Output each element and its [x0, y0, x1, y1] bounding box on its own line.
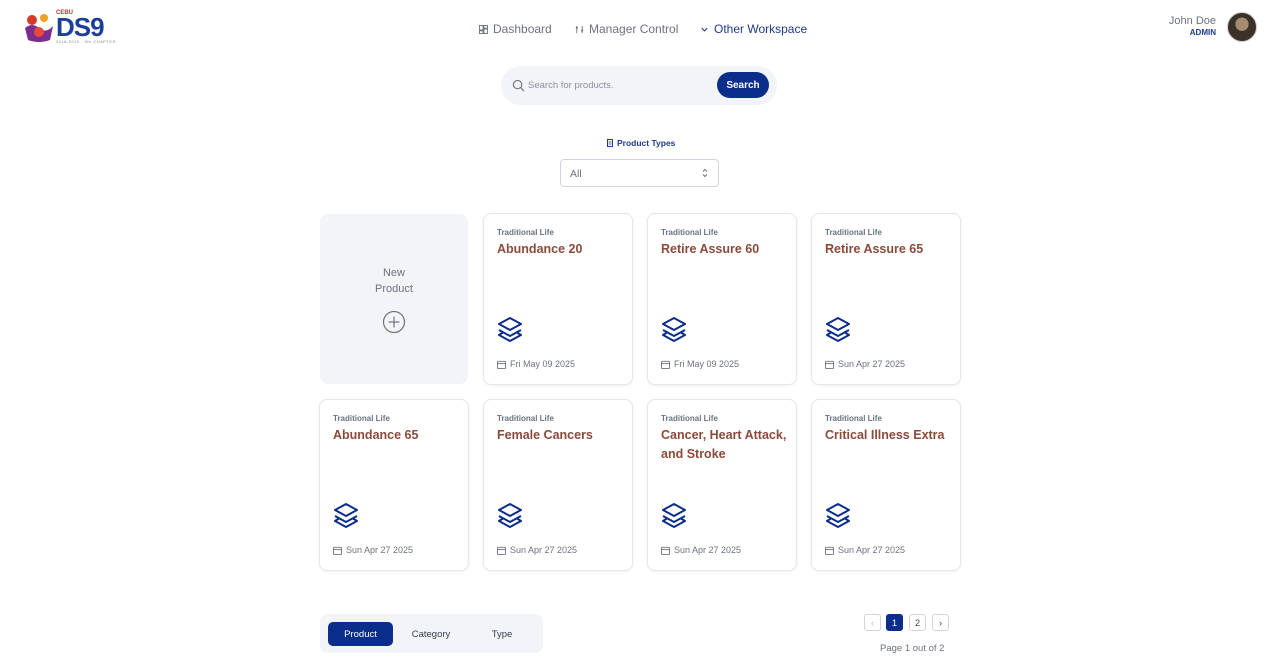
- new-product-line1: New: [382, 267, 405, 279]
- product-type-selected: All: [570, 168, 582, 180]
- product-card[interactable]: Traditional Life Cancer, Heart Attack, a…: [647, 399, 797, 571]
- product-card[interactable]: Traditional Life Retire Assure 60 Fri Ma…: [647, 213, 797, 385]
- product-types-label: Product Types: [607, 138, 675, 148]
- product-title: Retire Assure 60: [661, 240, 787, 259]
- product-date-text: Sun Apr 27 2025: [838, 545, 906, 555]
- calendar-icon: [825, 546, 834, 555]
- product-date-text: Fri May 09 2025: [674, 359, 740, 369]
- product-date-text: Sun Apr 27 2025: [346, 545, 414, 555]
- nav-other-label: Other Workspace: [714, 22, 808, 36]
- brand-logo[interactable]: CEBU DS9 2018-2019 · 9th CHAPTER: [22, 10, 130, 46]
- product-date: Sun Apr 27 2025: [825, 359, 905, 369]
- sliders-icon: [575, 25, 584, 33]
- product-date: Sun Apr 27 2025: [333, 545, 413, 555]
- prev-page-button[interactable]: ‹: [864, 614, 881, 631]
- product-date: Fri May 09 2025: [661, 359, 739, 369]
- product-date-text: Sun Apr 27 2025: [674, 545, 742, 555]
- product-type: Traditional Life: [661, 228, 718, 237]
- dashboard-icon: [479, 24, 488, 34]
- product-title-text: Abundance 20: [497, 242, 583, 256]
- layers-icon: [662, 317, 686, 342]
- product-type: Traditional Life: [661, 414, 718, 423]
- product-type: Traditional Life: [333, 414, 390, 423]
- product-date-text: Sun Apr 27 2025: [838, 359, 906, 369]
- tab-product[interactable]: Product: [328, 622, 393, 646]
- plus-circle-icon: [382, 310, 406, 334]
- layers-icon: [826, 503, 850, 528]
- layers-icon: [334, 503, 358, 528]
- new-product-label: New Product: [320, 265, 468, 297]
- product-title: Abundance 20: [497, 240, 623, 259]
- new-product-line2: Product: [375, 283, 413, 295]
- product-title: Retire Assure 65: [825, 240, 951, 259]
- product-title: Critical Illness Extra: [825, 426, 951, 445]
- product-date: Sun Apr 27 2025: [825, 545, 905, 555]
- search-bar: Search: [501, 66, 777, 105]
- product-type: Traditional Life: [825, 414, 882, 423]
- page-2-button[interactable]: 2: [909, 614, 926, 631]
- product-title-text: Female Cancers: [497, 428, 593, 442]
- layers-icon: [498, 503, 522, 528]
- product-date-text: Sun Apr 27 2025: [510, 545, 578, 555]
- user-role: ADMIN: [1189, 28, 1216, 37]
- product-title: Abundance 65: [333, 426, 459, 445]
- user-name: John Doe: [1168, 15, 1216, 27]
- layers-icon: [826, 317, 850, 342]
- calendar-icon: [333, 546, 342, 555]
- calendar-icon: [661, 360, 670, 369]
- search-icon: [512, 79, 525, 92]
- avatar[interactable]: [1227, 12, 1257, 42]
- product-type-select[interactable]: All: [560, 159, 719, 187]
- layers-icon: [498, 317, 522, 342]
- product-title: Cancer, Heart Attack, and Stroke: [661, 426, 787, 464]
- calendar-icon: [661, 546, 670, 555]
- nav-dashboard[interactable]: Dashboard: [479, 22, 552, 36]
- product-title-text: Cancer, Heart Attack, and Stroke: [661, 428, 787, 461]
- page-info: Page 1 out of 2: [880, 643, 945, 654]
- search-input[interactable]: [528, 77, 708, 94]
- nav-manager-control[interactable]: Manager Control: [575, 22, 678, 36]
- product-type: Traditional Life: [825, 228, 882, 237]
- product-title-text: Abundance 65: [333, 428, 419, 442]
- logo-mascot-icon: [25, 14, 53, 42]
- product-date-text: Fri May 09 2025: [510, 359, 576, 369]
- page-1-button[interactable]: 1: [886, 614, 903, 631]
- product-card[interactable]: Traditional Life Female Cancers Sun Apr …: [483, 399, 633, 571]
- product-title: Female Cancers: [497, 426, 623, 445]
- new-product-card[interactable]: New Product: [320, 214, 468, 384]
- nav-other-workspace[interactable]: Other Workspace: [700, 22, 807, 36]
- product-card[interactable]: Traditional Life Abundance 20 Fri May 09…: [483, 213, 633, 385]
- tab-category[interactable]: Category: [398, 622, 464, 646]
- product-date: Sun Apr 27 2025: [661, 545, 741, 555]
- product-card[interactable]: Traditional Life Critical Illness Extra …: [811, 399, 961, 571]
- nav-dashboard-label: Dashboard: [493, 22, 552, 36]
- calendar-icon: [497, 546, 506, 555]
- product-type: Traditional Life: [497, 414, 554, 423]
- product-card[interactable]: Traditional Life Abundance 65 Sun Apr 27…: [319, 399, 469, 571]
- logo-subtext: 2018-2019 · 9th CHAPTER: [56, 39, 116, 44]
- product-title-text: Retire Assure 60: [661, 242, 760, 256]
- chevron-down-icon: [701, 27, 708, 32]
- user-info[interactable]: John Doe ADMIN: [1169, 15, 1216, 37]
- layers-icon: [662, 503, 686, 528]
- next-page-button[interactable]: ›: [932, 614, 949, 631]
- tab-type[interactable]: Type: [469, 622, 535, 646]
- product-card[interactable]: Traditional Life Retire Assure 65 Sun Ap…: [811, 213, 961, 385]
- product-title-text: Critical Illness Extra: [825, 428, 945, 442]
- document-icon: [607, 139, 613, 147]
- product-date: Sun Apr 27 2025: [497, 545, 577, 555]
- view-tabs: Product Category Type: [320, 614, 543, 653]
- calendar-icon: [497, 360, 506, 369]
- product-type: Traditional Life: [497, 228, 554, 237]
- product-date: Fri May 09 2025: [497, 359, 575, 369]
- product-title-text: Retire Assure 65: [825, 242, 924, 256]
- nav-manager-label: Manager Control: [589, 22, 679, 36]
- product-types-text: Product Types: [617, 138, 676, 148]
- select-chevrons-icon: [702, 168, 708, 178]
- calendar-icon: [825, 360, 834, 369]
- search-button[interactable]: Search: [717, 72, 769, 98]
